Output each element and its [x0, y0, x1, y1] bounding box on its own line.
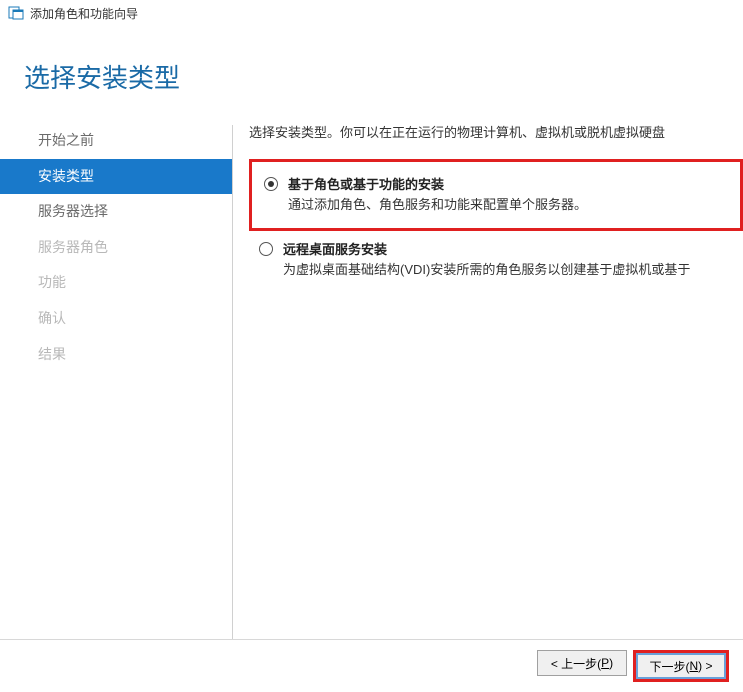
sidebar-item-confirm: 确认 — [0, 301, 232, 337]
titlebar: 添加角色和功能向导 — [0, 0, 743, 26]
radio-remote-desktop[interactable] — [259, 242, 273, 256]
option-title: 基于角色或基于功能的安装 — [288, 174, 728, 193]
prev-label-prefix: < 上一步( — [551, 655, 601, 672]
sidebar-item-results: 结果 — [0, 337, 232, 373]
next-button[interactable]: 下一步(N) > — [636, 653, 726, 679]
next-label-prefix: 下一步( — [649, 658, 689, 675]
footer: < 上一步(P) 下一步(N) > — [0, 639, 743, 692]
main-area: 开始之前 安装类型 服务器选择 服务器角色 功能 确认 结果 选择安装类型。你可… — [0, 119, 743, 639]
next-button-highlight: 下一步(N) > — [633, 650, 729, 682]
prev-label-suffix: ) — [609, 656, 613, 670]
option-text: 远程桌面服务安装 为虚拟桌面基础结构(VDI)安装所需的角色服务以创建基于虚拟机… — [283, 239, 733, 280]
prev-button[interactable]: < 上一步(P) — [537, 650, 627, 676]
sidebar-item-server-role: 服务器角色 — [0, 230, 232, 266]
radio-role-based[interactable] — [264, 177, 278, 191]
page-title: 选择安装类型 — [0, 26, 743, 119]
option-remote-desktop[interactable]: 远程桌面服务安装 为虚拟桌面基础结构(VDI)安装所需的角色服务以创建基于虚拟机… — [249, 237, 743, 282]
instruction-text: 选择安装类型。你可以在正在运行的物理计算机、虚拟机或脱机虚拟硬盘 — [249, 123, 743, 143]
option-desc: 通过添加角色、角色服务和功能来配置单个服务器。 — [288, 195, 728, 215]
wizard-icon — [8, 5, 24, 21]
option-title: 远程桌面服务安装 — [283, 239, 733, 258]
next-hotkey: N — [689, 659, 698, 673]
content-panel: 选择安装类型。你可以在正在运行的物理计算机、虚拟机或脱机虚拟硬盘 基于角色或基于… — [233, 119, 743, 639]
next-label-suffix: ) > — [698, 659, 712, 673]
sidebar: 开始之前 安装类型 服务器选择 服务器角色 功能 确认 结果 — [0, 119, 232, 639]
sidebar-item-server-select[interactable]: 服务器选择 — [0, 194, 232, 230]
option-role-based[interactable]: 基于角色或基于功能的安装 通过添加角色、角色服务和功能来配置单个服务器。 — [260, 172, 732, 217]
window-title: 添加角色和功能向导 — [30, 5, 138, 22]
sidebar-item-before-start[interactable]: 开始之前 — [0, 123, 232, 159]
sidebar-item-install-type[interactable]: 安装类型 — [0, 159, 232, 195]
prev-hotkey: P — [601, 656, 609, 670]
option-text: 基于角色或基于功能的安装 通过添加角色、角色服务和功能来配置单个服务器。 — [288, 174, 728, 215]
highlighted-option-box: 基于角色或基于功能的安装 通过添加角色、角色服务和功能来配置单个服务器。 — [249, 159, 743, 232]
sidebar-item-features: 功能 — [0, 265, 232, 301]
option-desc: 为虚拟桌面基础结构(VDI)安装所需的角色服务以创建基于虚拟机或基于 — [283, 260, 733, 280]
